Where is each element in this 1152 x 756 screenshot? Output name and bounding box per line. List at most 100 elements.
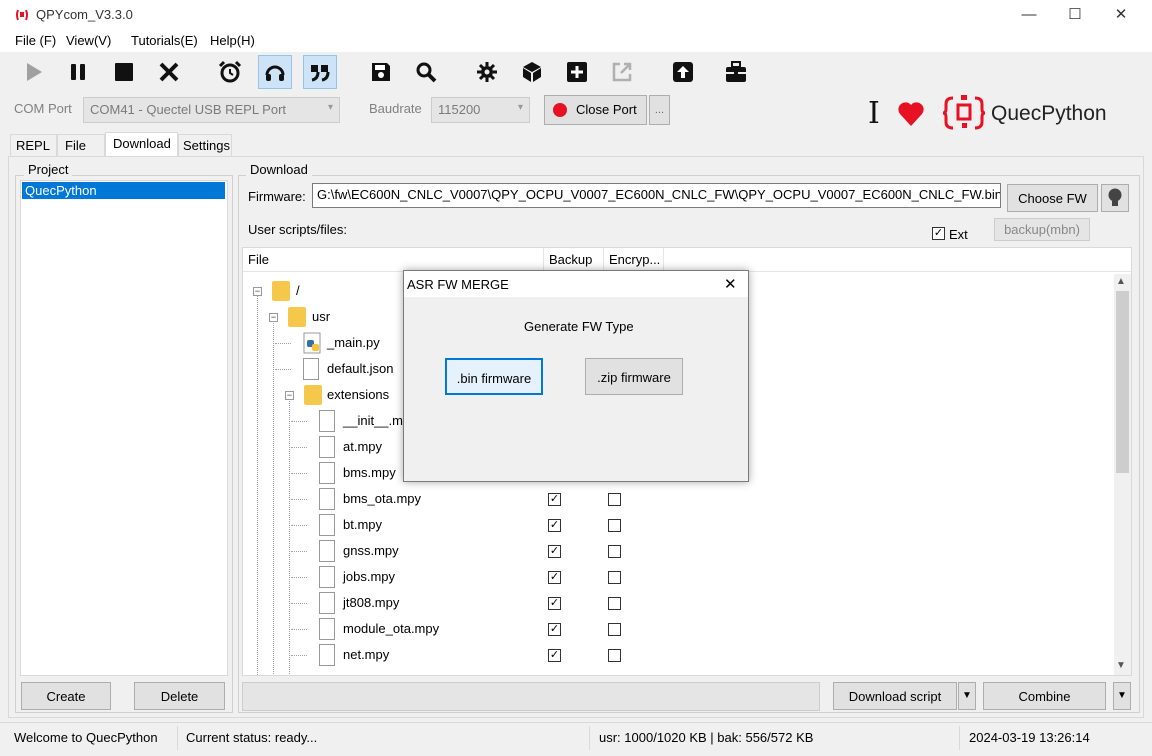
tab-repl[interactable]: REPL <box>10 134 57 156</box>
backup-checkbox[interactable]: ✓ <box>548 545 561 558</box>
tree-item-label: jt808.mpy <box>343 595 400 610</box>
tree-header: File Backup Encryp... <box>243 248 1131 272</box>
upload-icon[interactable] <box>666 55 700 89</box>
tree-scrollbar[interactable]: ▲ ▼ <box>1114 274 1131 675</box>
clear-icon[interactable] <box>152 55 186 89</box>
scroll-down-icon[interactable]: ▼ <box>1116 660 1126 671</box>
column-backup[interactable]: Backup <box>544 248 604 272</box>
collapse-icon[interactable]: − <box>269 313 278 322</box>
headset-icon[interactable] <box>258 55 292 89</box>
bin-firmware-button[interactable]: .bin firmware <box>445 358 543 395</box>
tree-row[interactable]: module_ota.mpy ✓ <box>291 616 701 642</box>
encrypt-checkbox[interactable] <box>608 545 621 558</box>
baudrate-value: 115200 <box>438 102 481 117</box>
alarm-clock-icon[interactable] <box>213 55 247 89</box>
play-icon[interactable] <box>17 55 51 89</box>
cube-icon[interactable] <box>515 55 549 89</box>
tree-row[interactable]: bms_ota.mpy ✓ <box>291 486 701 512</box>
menu-view[interactable]: View(V) <box>66 33 111 48</box>
combine-options-chevron-icon[interactable]: ▼ <box>1113 682 1131 710</box>
window-title: QPYcom_V3.3.0 <box>36 7 133 22</box>
backup-checkbox[interactable]: ✓ <box>548 649 561 662</box>
backup-checkbox[interactable]: ✓ <box>548 623 561 636</box>
encrypt-checkbox[interactable] <box>608 649 621 662</box>
tab-settings[interactable]: Settings <box>178 134 232 156</box>
toolbox-icon[interactable] <box>719 55 753 89</box>
dialog-title: ASR FW MERGE <box>407 277 509 292</box>
backup-checkbox[interactable]: ✓ <box>548 571 561 584</box>
menu-file[interactable]: File (F) <box>15 33 56 48</box>
settings-icon[interactable] <box>470 55 504 89</box>
status-welcome: Welcome to QuecPython <box>14 730 158 745</box>
firmware-label: Firmware: <box>248 189 306 204</box>
backup-checkbox[interactable]: ✓ <box>548 519 561 532</box>
tree-row[interactable]: jt808.mpy ✓ <box>291 590 701 616</box>
tree-row[interactable]: jobs.mpy ✓ <box>291 564 701 590</box>
tree-row[interactable]: bt.mpy ✓ <box>291 512 701 538</box>
tab-file[interactable]: File <box>57 134 105 156</box>
menu-tutorials[interactable]: Tutorials(E) <box>131 33 198 48</box>
baudrate-select[interactable]: 115200 ▾ <box>431 97 530 123</box>
project-list[interactable] <box>20 180 228 676</box>
maximize-button[interactable]: ☐ <box>1052 0 1098 30</box>
backup-checkbox[interactable]: ✓ <box>548 597 561 610</box>
backup-mbn-button[interactable]: backup(mbn) <box>994 218 1090 241</box>
file-icon <box>319 462 335 484</box>
plus-icon[interactable] <box>560 55 594 89</box>
close-port-button[interactable]: Close Port <box>544 95 647 125</box>
download-script-button[interactable]: Download script <box>833 682 957 710</box>
combine-button[interactable]: Combine <box>983 682 1106 710</box>
status-current: Current status: ready... <box>186 730 318 745</box>
port-status-icon <box>553 103 567 117</box>
tree-item-label: module_ota.mpy <box>343 621 440 636</box>
file-icon <box>319 410 335 432</box>
quote-icon[interactable] <box>303 55 337 89</box>
backup-checkbox[interactable]: ✓ <box>548 493 561 506</box>
dialog-message: Generate FW Type <box>524 319 634 334</box>
download-options-chevron-icon[interactable]: ▼ <box>958 682 976 710</box>
encrypt-checkbox[interactable] <box>608 623 621 636</box>
scroll-up-icon[interactable]: ▲ <box>1116 276 1126 287</box>
column-encrypt[interactable]: Encryp... <box>604 248 664 272</box>
minimize-button[interactable]: — <box>1006 0 1052 30</box>
collapse-icon[interactable]: − <box>285 391 294 400</box>
ext-checkbox[interactable]: ✓ <box>932 227 945 240</box>
com-port-select[interactable]: COM41 - Quectel USB REPL Port ▾ <box>83 97 340 123</box>
create-button[interactable]: Create <box>21 682 111 710</box>
heart-icon <box>898 102 924 126</box>
tree-row[interactable]: gnss.mpy ✓ <box>291 538 701 564</box>
tree-item-label: bt.mpy <box>343 517 383 532</box>
zip-firmware-button[interactable]: .zip firmware <box>585 358 683 395</box>
tree-row[interactable]: net.mpy ✓ <box>291 642 701 668</box>
folder-icon <box>272 281 290 301</box>
search-icon[interactable] <box>409 55 443 89</box>
title-bar <box>0 0 1152 30</box>
save-icon[interactable] <box>364 55 398 89</box>
more-button[interactable]: ... <box>649 95 670 125</box>
ext-label: Ext <box>949 227 968 242</box>
firmware-path-field[interactable]: G:\fw\EC600N_CNLC_V0007\QPY_OCPU_V0007_E… <box>312 183 1001 208</box>
external-link-icon[interactable] <box>605 55 639 89</box>
close-window-button[interactable]: ✕ <box>1098 0 1144 30</box>
choose-fw-button[interactable]: Choose FW <box>1007 184 1098 212</box>
collapse-icon[interactable]: − <box>253 287 262 296</box>
column-file[interactable]: File <box>243 248 544 272</box>
encrypt-checkbox[interactable] <box>608 493 621 506</box>
stop-icon[interactable] <box>107 55 141 89</box>
dialog-close-button[interactable]: ✕ <box>724 275 737 293</box>
menu-help[interactable]: Help(H) <box>210 33 255 48</box>
project-list-item[interactable]: QuecPython <box>22 182 225 199</box>
tips-button[interactable] <box>1101 184 1129 212</box>
lightbulb-icon <box>1108 188 1122 206</box>
tree-item-label: default.json <box>327 361 394 376</box>
tab-download[interactable]: Download <box>105 132 178 157</box>
delete-button[interactable]: Delete <box>134 682 225 710</box>
pause-icon[interactable] <box>61 55 95 89</box>
tree-item-label: / <box>296 283 300 298</box>
encrypt-checkbox[interactable] <box>608 519 621 532</box>
tree-item-label: bms_ota.mpy <box>343 491 422 506</box>
encrypt-checkbox[interactable] <box>608 571 621 584</box>
file-icon <box>319 618 335 640</box>
encrypt-checkbox[interactable] <box>608 597 621 610</box>
scroll-thumb[interactable] <box>1116 291 1129 473</box>
